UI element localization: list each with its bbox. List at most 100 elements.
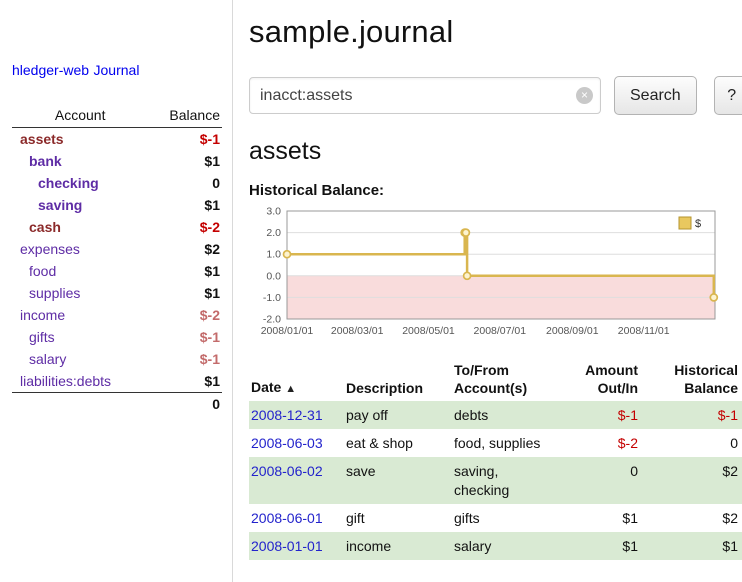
account-name-cell: saving bbox=[12, 194, 148, 216]
register-amount-cell: 0 bbox=[554, 457, 642, 503]
svg-text:2008/09/01: 2008/09/01 bbox=[546, 325, 599, 337]
register-accounts-cell: food, supplies bbox=[452, 429, 554, 457]
accounts-header-account: Account bbox=[12, 104, 148, 128]
svg-text:-1.0: -1.0 bbox=[263, 292, 281, 304]
account-link[interactable]: expenses bbox=[20, 241, 80, 257]
account-row: bank $1 bbox=[12, 150, 222, 172]
accounts-total-row: 0 bbox=[12, 393, 222, 416]
account-link[interactable]: checking bbox=[38, 175, 99, 191]
sidebar-item-journal[interactable]: Journal bbox=[94, 62, 140, 78]
account-row: cash$-2 bbox=[12, 216, 222, 238]
register-row: 2008-06-01giftgifts$1$2 bbox=[249, 504, 742, 532]
chart-wrap: 3.02.01.00.0-1.0-2.02008/01/012008/03/01… bbox=[249, 203, 742, 350]
help-button[interactable]: ? bbox=[714, 76, 742, 115]
account-balance: $-1 bbox=[148, 326, 222, 348]
accounts-table: Account Balance assets $-1 bank $1 checking 0… bbox=[12, 104, 222, 415]
accounts-tbody: assets$-1bank$1checking0saving$1cash$-2e… bbox=[12, 128, 222, 393]
search-button[interactable]: Search bbox=[614, 76, 697, 115]
register-date-cell: 2008-12-31 bbox=[249, 401, 344, 429]
main-content: sample.journal × Search ? assets Histori… bbox=[233, 0, 742, 582]
register-description-cell: pay off bbox=[344, 401, 452, 429]
register-balance-cell: $1 bbox=[642, 532, 742, 560]
account-row: salary $-1 bbox=[12, 348, 222, 370]
register-header-row: Date ▲ Description To/From Account(s) Am… bbox=[249, 360, 742, 401]
register-date-cell: 2008-06-01 bbox=[249, 504, 344, 532]
svg-text:-2.0: -2.0 bbox=[263, 314, 281, 326]
register-header-tofrom: To/From Account(s) bbox=[452, 360, 554, 401]
register-balance-cell: $2 bbox=[642, 504, 742, 532]
account-name-cell: expenses bbox=[12, 238, 148, 260]
register-description-cell: eat & shop bbox=[344, 429, 452, 457]
account-name-cell: food bbox=[12, 260, 148, 282]
account-balance: $-2 bbox=[148, 304, 222, 326]
register-amount-cell: $1 bbox=[554, 532, 642, 560]
account-link[interactable]: assets bbox=[20, 131, 64, 147]
account-link[interactable]: food bbox=[29, 263, 56, 279]
search-input[interactable] bbox=[249, 77, 601, 114]
accounts-header-balance: Balance bbox=[148, 104, 222, 128]
register-balance-cell: $-1 bbox=[642, 401, 742, 429]
account-balance: $-1 bbox=[148, 128, 222, 151]
svg-text:2008/11/01: 2008/11/01 bbox=[618, 325, 670, 337]
register-row: 2008-06-02savesaving, checking0$2 bbox=[249, 457, 742, 503]
account-name-cell: cash bbox=[12, 216, 148, 238]
date-link[interactable]: 2008-06-02 bbox=[251, 463, 323, 479]
account-row: liabilities:debts$1 bbox=[12, 370, 222, 393]
sidebar: hledger-web Journal Account Balance asse… bbox=[0, 0, 233, 582]
date-header-label: Date bbox=[251, 379, 281, 395]
account-link[interactable]: saving bbox=[38, 197, 82, 213]
date-link[interactable]: 2008-06-01 bbox=[251, 510, 323, 526]
account-balance: $1 bbox=[148, 260, 222, 282]
account-row: supplies $1 bbox=[12, 282, 222, 304]
account-name-cell: checking bbox=[12, 172, 148, 194]
date-link[interactable]: 2008-06-03 bbox=[251, 435, 323, 451]
account-balance: $1 bbox=[148, 194, 222, 216]
account-link[interactable]: cash bbox=[29, 219, 61, 235]
account-balance: $1 bbox=[148, 282, 222, 304]
date-link[interactable]: 2008-12-31 bbox=[251, 407, 323, 423]
register-accounts-cell: debts bbox=[452, 401, 554, 429]
account-name-cell: salary bbox=[12, 348, 148, 370]
register-amount-cell: $-2 bbox=[554, 429, 642, 457]
register-header-balance: Historical Balance bbox=[642, 360, 742, 401]
clear-search-icon[interactable]: × bbox=[576, 87, 593, 104]
account-row: gifts $-1 bbox=[12, 326, 222, 348]
account-name-cell: supplies bbox=[12, 282, 148, 304]
account-link[interactable]: salary bbox=[29, 351, 66, 367]
account-name-cell: bank bbox=[12, 150, 148, 172]
accounts-total-value: 0 bbox=[148, 393, 222, 416]
register-balance-cell: 0 bbox=[642, 429, 742, 457]
svg-text:2008/05/01: 2008/05/01 bbox=[402, 325, 455, 337]
register-row: 2008-12-31pay offdebts$-1$-1 bbox=[249, 401, 742, 429]
register-description-cell: income bbox=[344, 532, 452, 560]
account-name-cell: income bbox=[12, 304, 148, 326]
account-row: saving $1 bbox=[12, 194, 222, 216]
account-name-cell: liabilities:debts bbox=[12, 370, 148, 393]
account-link[interactable]: income bbox=[20, 307, 65, 323]
account-row: income $-2 bbox=[12, 304, 222, 326]
account-link[interactable]: liabilities:debts bbox=[20, 373, 111, 389]
account-link[interactable]: bank bbox=[29, 153, 62, 169]
account-balance: $-1 bbox=[148, 348, 222, 370]
account-balance: $1 bbox=[148, 150, 222, 172]
register-accounts-cell: saving, checking bbox=[452, 457, 554, 503]
register-amount-cell: $-1 bbox=[554, 401, 642, 429]
account-name-cell: gifts bbox=[12, 326, 148, 348]
register-row: 2008-01-01incomesalary$1$1 bbox=[249, 532, 742, 560]
account-link[interactable]: supplies bbox=[29, 285, 80, 301]
register-description-cell: gift bbox=[344, 504, 452, 532]
accounts-total-spacer bbox=[12, 393, 148, 416]
register-table: Date ▲ Description To/From Account(s) Am… bbox=[249, 360, 742, 560]
date-link[interactable]: 2008-01-01 bbox=[251, 538, 323, 554]
svg-text:1.0: 1.0 bbox=[266, 249, 281, 261]
svg-text:$: $ bbox=[695, 218, 701, 230]
register-header-date[interactable]: Date ▲ bbox=[249, 360, 344, 401]
svg-text:2008/07/01: 2008/07/01 bbox=[474, 325, 527, 337]
register-header-amount: Amount Out/In bbox=[554, 360, 642, 401]
register-description-cell: save bbox=[344, 457, 452, 503]
chart-label: Historical Balance: bbox=[249, 182, 742, 199]
app-title-link[interactable]: hledger-web bbox=[12, 62, 89, 78]
svg-text:2008/03/01: 2008/03/01 bbox=[331, 325, 384, 337]
balance-chart: 3.02.01.00.0-1.0-2.02008/01/012008/03/01… bbox=[249, 203, 731, 345]
account-link[interactable]: gifts bbox=[29, 329, 55, 345]
